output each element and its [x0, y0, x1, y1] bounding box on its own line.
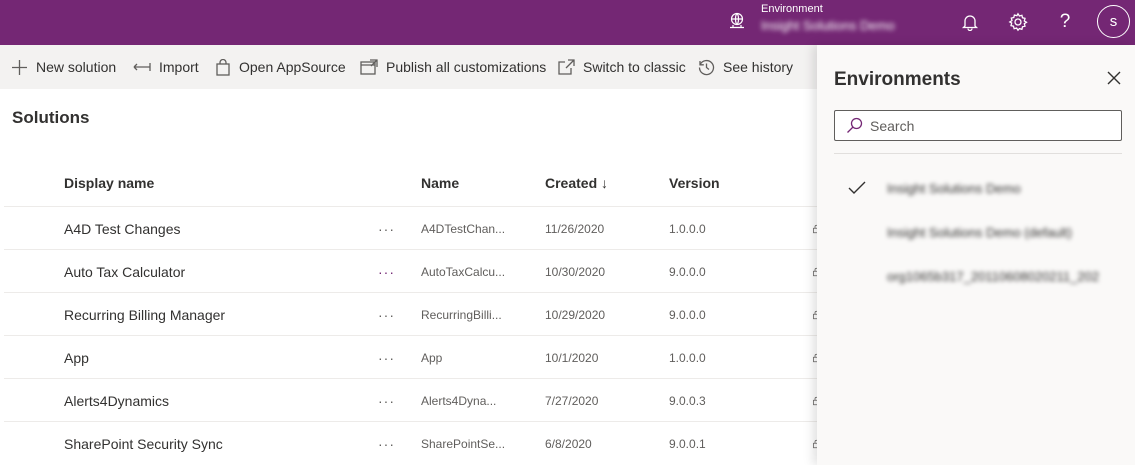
page-title: Solutions — [12, 108, 90, 127]
import-icon — [133, 63, 151, 71]
sort-descending-icon: ↓ — [601, 175, 609, 191]
environment-name: org1065b317_20110608020211_202 — [887, 269, 1100, 284]
table-row[interactable]: App ··· App 10/1/2020 1.0.0.0 — [4, 335, 820, 379]
version-cell: 1.0.0.0 — [669, 221, 706, 236]
open-appsource-button[interactable]: Open AppSource — [215, 45, 346, 89]
environment-name: Insight Solutions Demo — [887, 181, 1021, 196]
environments-panel: Environments Insight Solutions Demo Insi… — [817, 45, 1135, 465]
panel-divider — [834, 153, 1122, 154]
environment-value[interactable]: Insight Solutions Demo — [761, 18, 895, 33]
more-actions-icon[interactable]: ··· — [378, 250, 395, 293]
publish-icon — [360, 59, 378, 75]
search-icon — [847, 117, 863, 133]
open-in-new-icon — [558, 59, 575, 75]
more-actions-icon[interactable]: ··· — [378, 336, 395, 379]
table-row[interactable]: Auto Tax Calculator ··· AutoTaxCalcu... … — [4, 249, 820, 293]
more-actions-icon[interactable]: ··· — [378, 379, 395, 422]
name-cell: App — [421, 350, 443, 365]
gear-icon[interactable] — [1007, 11, 1029, 33]
panel-title: Environments — [834, 69, 961, 90]
version-cell: 9.0.0.1 — [669, 436, 706, 451]
top-header: Environment Insight Solutions Demo ? s — [0, 0, 1135, 45]
more-actions-icon[interactable]: ··· — [378, 422, 395, 465]
publish-all-label: Publish all customizations — [386, 59, 547, 75]
new-solution-label: New solution — [36, 59, 117, 75]
created-cell: 10/1/2020 — [545, 350, 599, 365]
new-solution-button[interactable]: New solution — [11, 45, 116, 89]
created-cell: 10/29/2020 — [545, 307, 606, 322]
environment-label: Environment — [761, 3, 823, 15]
display-name-cell[interactable]: SharePoint Security Sync — [64, 422, 223, 465]
switch-to-classic-label: Switch to classic — [583, 59, 686, 75]
search-input[interactable] — [870, 117, 1110, 134]
version-cell: 1.0.0.0 — [669, 350, 706, 365]
column-header-display-name[interactable]: Display name — [64, 175, 154, 191]
table-row[interactable]: SharePoint Security Sync ··· SharePointS… — [4, 421, 820, 465]
search-box[interactable] — [834, 110, 1122, 141]
created-cell: 7/27/2020 — [545, 393, 599, 408]
name-cell: A4DTestChan... — [421, 221, 506, 236]
more-actions-icon[interactable]: ··· — [378, 293, 395, 336]
name-cell: RecurringBilli... — [421, 307, 502, 322]
switch-to-classic-button[interactable]: Switch to classic — [558, 45, 686, 89]
display-name-cell[interactable]: Recurring Billing Manager — [64, 293, 225, 336]
open-appsource-label: Open AppSource — [239, 59, 346, 75]
history-icon — [698, 59, 715, 75]
display-name-cell[interactable]: App — [64, 336, 89, 379]
created-cell: 6/8/2020 — [545, 436, 592, 451]
bell-icon[interactable] — [959, 11, 981, 33]
display-name-cell[interactable]: Alerts4Dynamics — [64, 379, 169, 422]
table-row[interactable]: Alerts4Dynamics ··· Alerts4Dyna... 7/27/… — [4, 378, 820, 422]
name-cell: Alerts4Dyna... — [421, 393, 497, 408]
see-history-label: See history — [723, 59, 794, 75]
user-avatar[interactable]: s — [1097, 5, 1130, 38]
version-cell: 9.0.0.0 — [669, 307, 706, 322]
column-header-created-label: Created — [545, 175, 598, 191]
table-row[interactable]: A4D Test Changes ··· A4DTestChan... 11/2… — [4, 206, 820, 250]
column-header-name[interactable]: Name — [421, 175, 459, 191]
import-button[interactable]: Import — [133, 45, 199, 89]
table-row[interactable]: Recurring Billing Manager ··· RecurringB… — [4, 292, 820, 336]
column-header-version[interactable]: Version — [669, 175, 720, 191]
name-cell: SharePointSe... — [421, 436, 506, 451]
environment-item[interactable]: Insight Solutions Demo — [817, 169, 1135, 211]
created-cell: 11/26/2020 — [545, 221, 605, 236]
environment-globe-icon[interactable] — [727, 11, 747, 31]
checkmark-icon — [848, 181, 866, 200]
display-name-cell[interactable]: Auto Tax Calculator — [64, 250, 185, 293]
help-icon[interactable]: ? — [1054, 11, 1076, 33]
column-header-created[interactable]: Created ↓ — [545, 175, 608, 191]
shopping-bag-icon — [216, 58, 230, 76]
see-history-button[interactable]: See history — [698, 45, 793, 89]
display-name-cell[interactable]: A4D Test Changes — [64, 207, 180, 250]
version-cell: 9.0.0.0 — [669, 264, 706, 279]
command-bar: New solution Import Open AppSource Publi… — [0, 45, 817, 89]
close-icon[interactable] — [1104, 68, 1124, 88]
version-cell: 9.0.0.3 — [669, 393, 706, 408]
environment-item[interactable]: org1065b317_20110608020211_202 — [817, 257, 1135, 299]
created-cell: 10/30/2020 — [545, 264, 606, 279]
environment-item[interactable]: Insight Solutions Demo (default) — [817, 213, 1135, 255]
import-label: Import — [159, 59, 199, 75]
plus-icon — [12, 59, 27, 75]
name-cell: AutoTaxCalcu... — [421, 264, 506, 279]
more-actions-icon[interactable]: ··· — [378, 207, 395, 250]
publish-all-customizations-button[interactable]: Publish all customizations — [360, 45, 546, 89]
environment-name: Insight Solutions Demo (default) — [887, 225, 1072, 240]
